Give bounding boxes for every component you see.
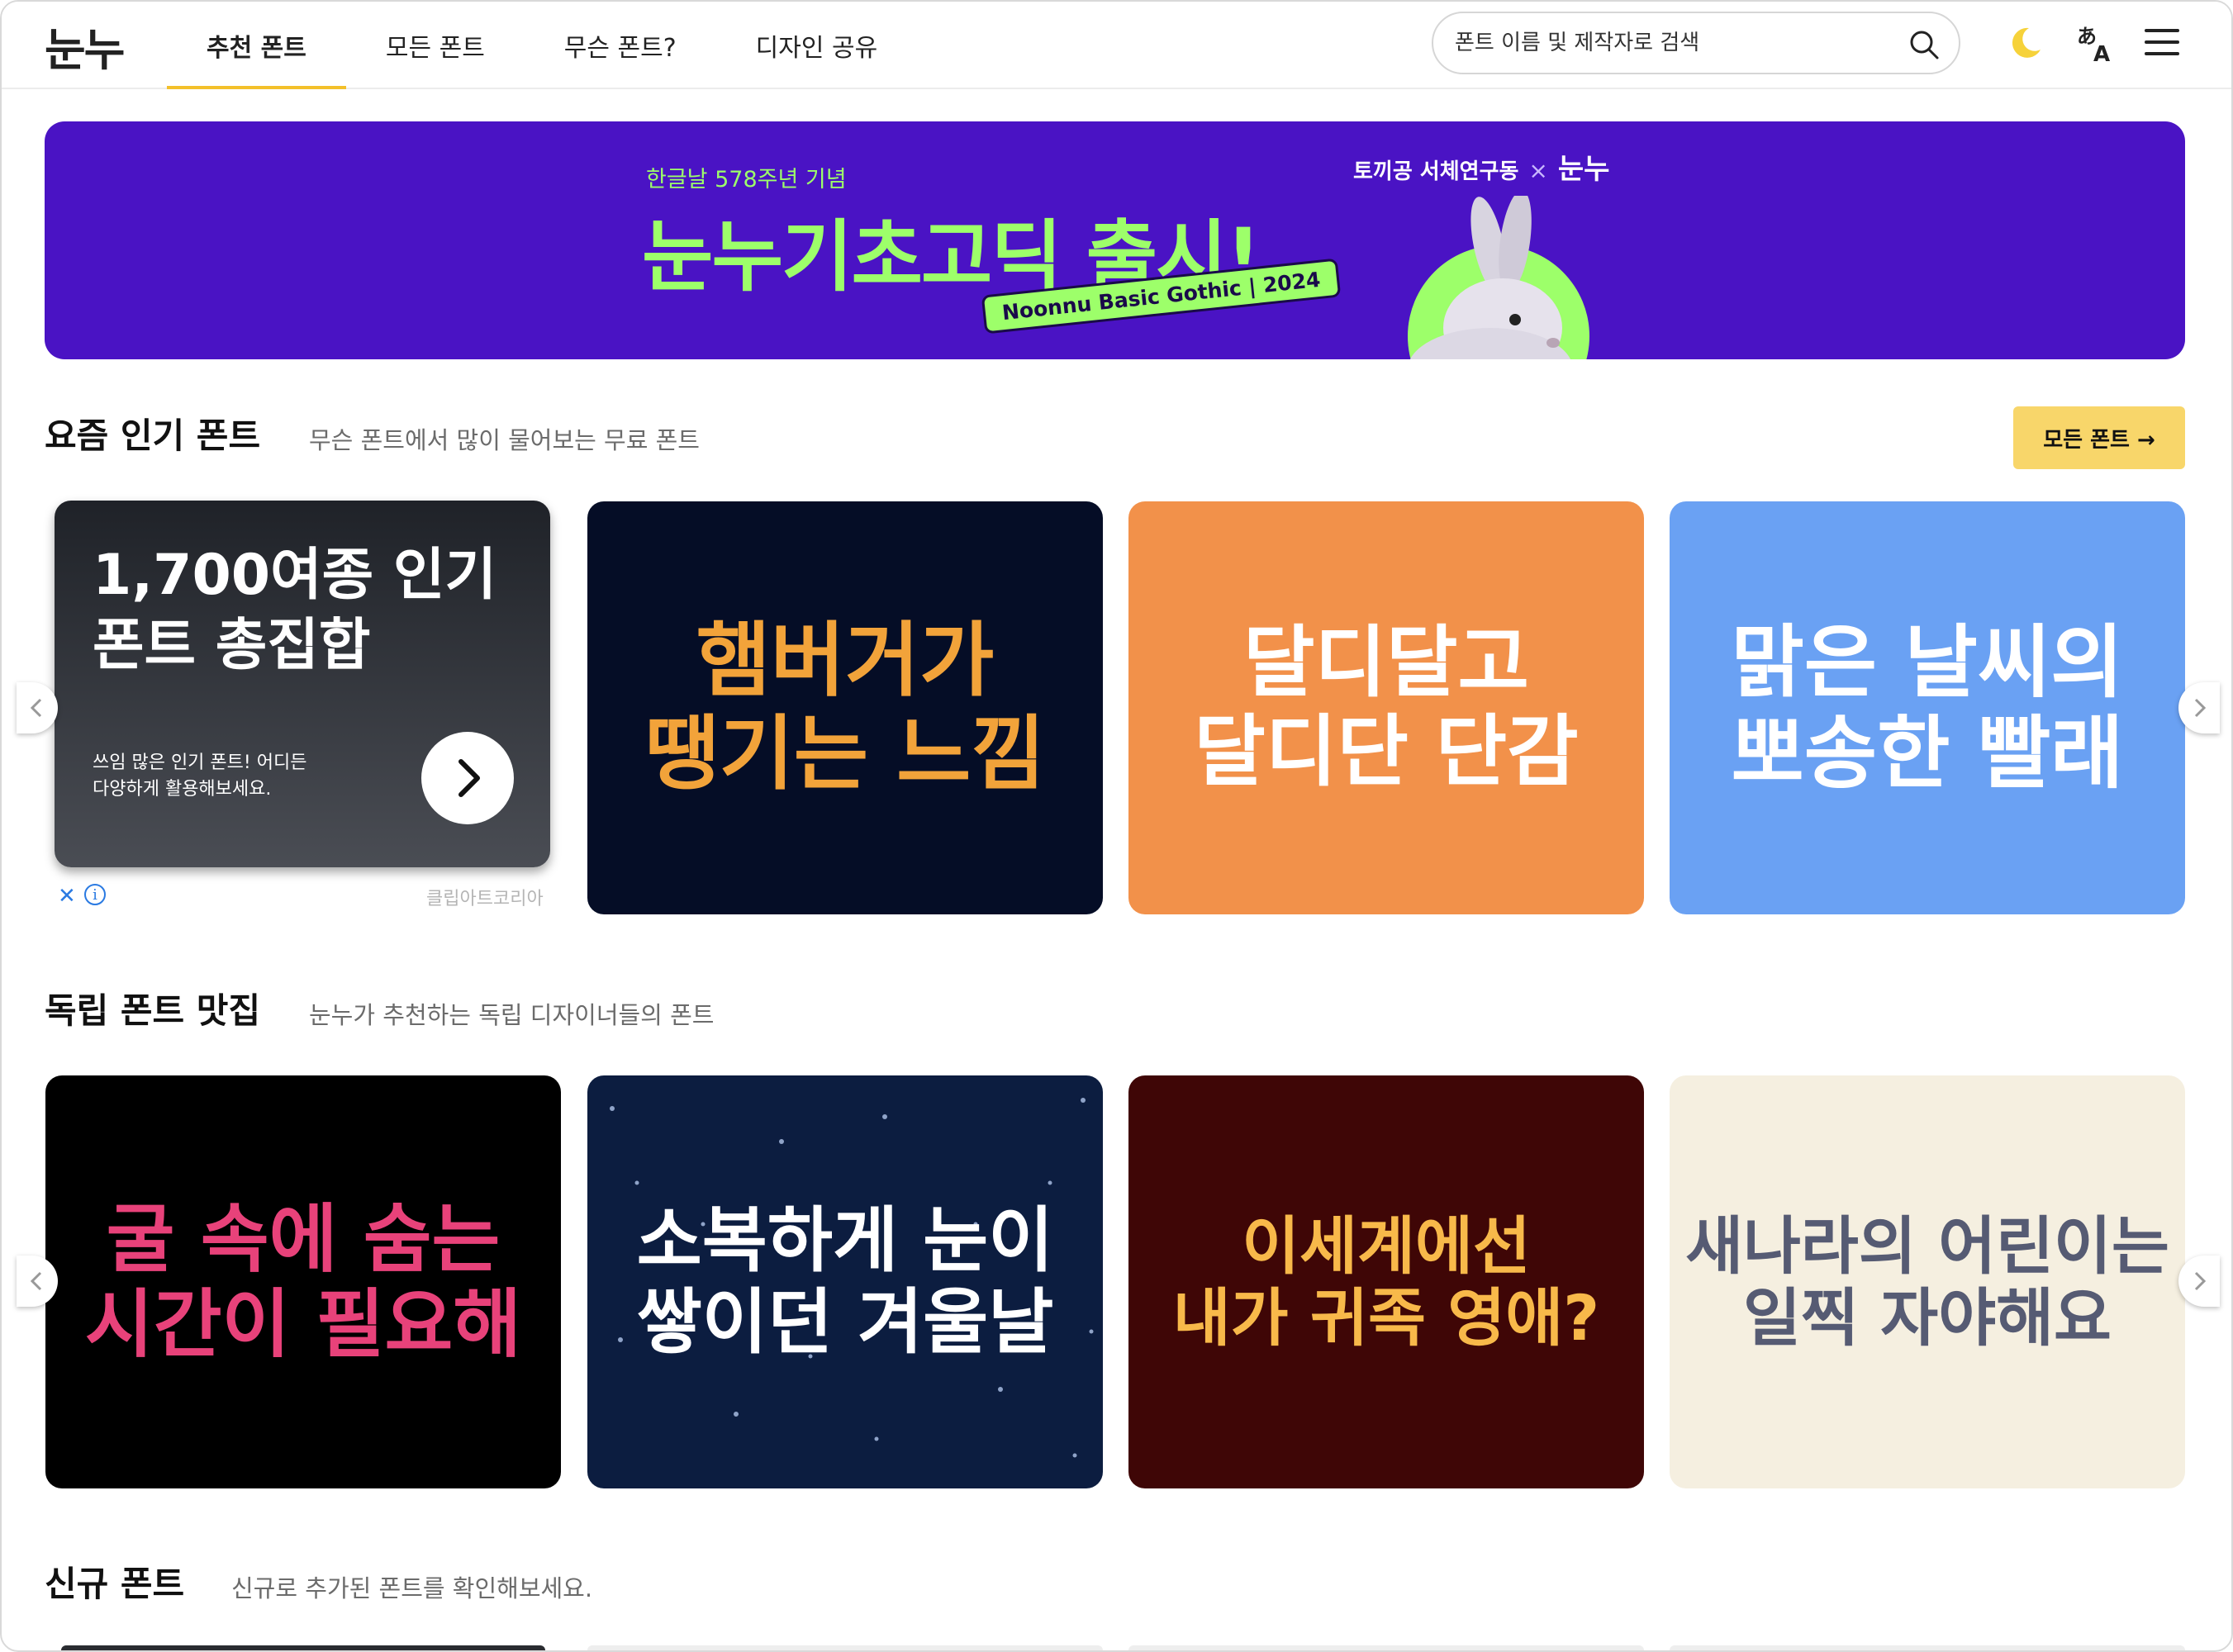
new-font-card-peek[interactable]	[1128, 1645, 1644, 1650]
collab-x: ×	[1528, 157, 1548, 184]
nav-what-font[interactable]: 무슨 폰트?	[525, 2, 716, 89]
rabbit-illustration	[1408, 196, 1589, 359]
font-card[interactable]: 이세계에선 내가 귀족 영애?	[1128, 1075, 1644, 1488]
font-card-sample: 맑은 날씨의 뽀송한 빨래	[1731, 615, 2124, 800]
chevron-left-icon	[30, 1271, 42, 1291]
promo-banner[interactable]: 한글날 578주년 기념 눈누기초고딕 출시! Noonnu Basic Got…	[45, 121, 2185, 359]
search-input[interactable]	[1455, 25, 1884, 61]
font-card-sample: 소복하게 눈이 쌓이던 겨울날	[636, 1199, 1054, 1364]
new-font-card-peek[interactable]	[1670, 1645, 2185, 1650]
logo[interactable]: 눈누	[45, 13, 125, 78]
chevron-right-icon	[458, 759, 480, 797]
ad-close-icon[interactable]: ✕	[58, 884, 76, 909]
font-card[interactable]: 달디달고 달디단 단감	[1128, 501, 1644, 914]
font-card-sample: 새나라의 어린이는 일찍 자야해요	[1685, 1208, 2169, 1355]
translate-icon[interactable]: あ A	[2074, 21, 2117, 64]
ad-title: 1,700여종 인기 폰트 총집합	[93, 543, 497, 678]
banner-subtitle: 한글날 578주년 기념	[646, 167, 847, 192]
svg-text:A: A	[2093, 42, 2110, 64]
main-nav: 추천 폰트 모든 폰트 무슨 폰트? 디자인 공유	[167, 2, 917, 89]
font-card-sample: 굴 속에 숨는 시간이 필요해	[84, 1195, 522, 1368]
banner-collab: 토끼공 서체연구동 × 눈누	[1353, 146, 1609, 187]
new-section-subtitle: 신규로 추가된 폰트를 확인해보세요.	[231, 1574, 593, 1602]
new-section-title: 신규 폰트	[45, 1564, 185, 1604]
search-box	[1432, 12, 1960, 74]
search-icon[interactable]	[1908, 28, 1941, 61]
font-card-sample: 달디달고 달디단 단감	[1194, 617, 1579, 797]
chevron-left-icon	[30, 698, 42, 718]
indie-section-subtitle: 눈누가 추천하는 독립 디자이너들의 폰트	[309, 1001, 715, 1029]
font-card-sample: 햄버거가 땡기는 느낌	[644, 614, 1046, 801]
indie-section-title: 독립 폰트 맛집	[45, 990, 261, 1031]
nav-recommended[interactable]: 추천 폰트	[167, 2, 346, 89]
all-fonts-button[interactable]: 모든 폰트 →	[2013, 406, 2185, 469]
ad-go-button[interactable]	[421, 732, 514, 824]
font-card-sample: 이세계에선 내가 귀족 영애?	[1172, 1208, 1600, 1355]
nav-all-fonts[interactable]: 모든 폰트	[346, 2, 525, 89]
chevron-right-icon	[2194, 1271, 2207, 1291]
new-font-card-peek[interactable]	[587, 1645, 1103, 1650]
popular-section-title: 요즘 인기 폰트	[45, 415, 261, 456]
collab-right: 눈누	[1557, 153, 1610, 186]
font-card[interactable]: 굴 속에 숨는 시간이 필요해	[45, 1075, 561, 1488]
new-font-card-peek[interactable]	[61, 1645, 545, 1650]
font-card[interactable]: 맑은 날씨의 뽀송한 빨래	[1670, 501, 2185, 914]
nav-design-share[interactable]: 디자인 공유	[716, 2, 918, 89]
font-card[interactable]: 소복하게 눈이 쌓이던 겨울날	[587, 1075, 1103, 1488]
ad-source: 클립아트코리아	[426, 889, 544, 909]
carousel-prev-button[interactable]	[17, 682, 58, 733]
menu-icon[interactable]	[2141, 21, 2184, 64]
collab-left: 토끼공 서체연구동	[1353, 159, 1519, 184]
ad-card[interactable]: 1,700여종 인기 폰트 총집합 쓰임 많은 인기 폰트! 어디든 다양하게 …	[55, 501, 550, 867]
ad-info-icon[interactable]: i	[84, 884, 106, 905]
chevron-right-icon	[2194, 698, 2207, 718]
font-card[interactable]: 햄버거가 땡기는 느낌	[587, 501, 1103, 914]
moon-icon[interactable]	[2004, 21, 2047, 64]
top-header: 눈누 추천 폰트 모든 폰트 무슨 폰트? 디자인 공유 あ A	[2, 2, 2231, 89]
browser-frame: 눈누 추천 폰트 모든 폰트 무슨 폰트? 디자인 공유 あ A	[0, 0, 2233, 1652]
ad-description: 쓰임 많은 인기 폰트! 어디든 다양하게 활용해보세요.	[93, 752, 307, 800]
popular-section-subtitle: 무슨 폰트에서 많이 물어보는 무료 폰트	[309, 426, 700, 454]
font-card[interactable]: 새나라의 어린이는 일찍 자야해요	[1670, 1075, 2185, 1488]
